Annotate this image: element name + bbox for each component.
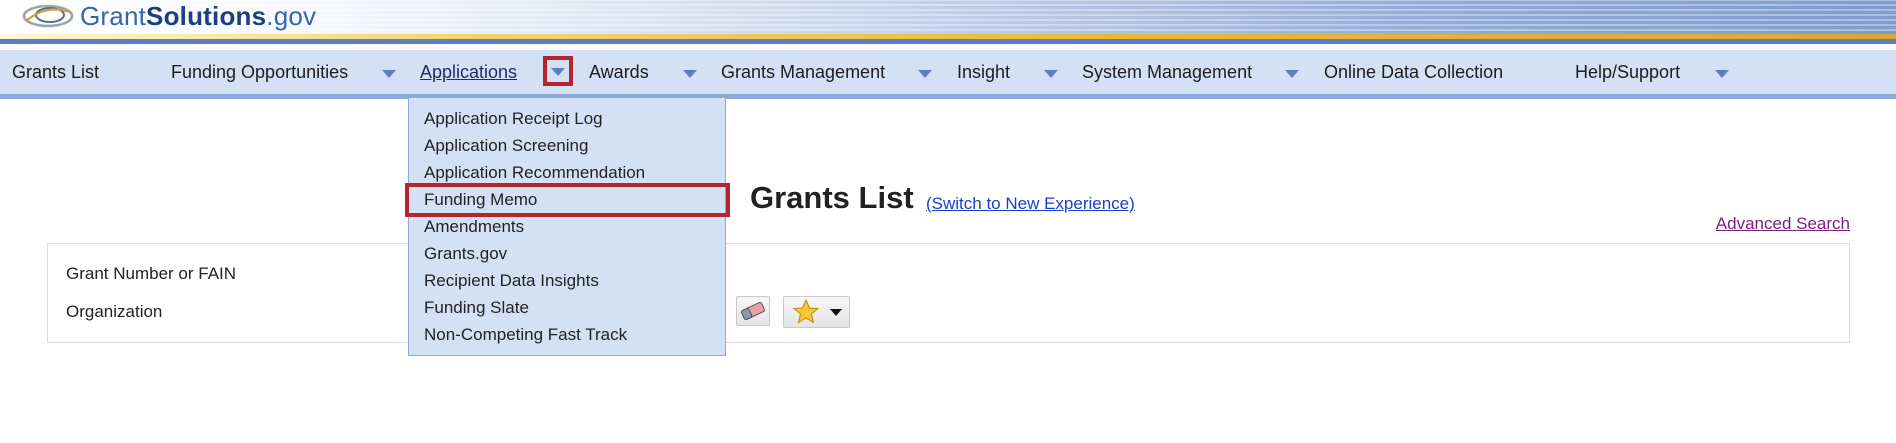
nav-grants-list[interactable]: Grants List [12, 50, 99, 94]
menu-item-application-recommendation[interactable]: Application Recommendation [424, 163, 645, 183]
menu-item-application-receipt-log[interactable]: Application Receipt Log [424, 109, 603, 129]
funding-opportunities-caret-icon[interactable] [382, 70, 396, 78]
applications-dropdown-menu: Application Receipt Log Application Scre… [408, 97, 726, 356]
grants-management-caret-icon[interactable] [918, 70, 932, 78]
page-title: Grants List [750, 180, 914, 215]
site-header: GrantSolutions.gov [0, 0, 1896, 44]
nav-insight[interactable]: Insight [957, 50, 1010, 94]
menu-item-grants-gov[interactable]: Grants.gov [424, 244, 507, 264]
switch-experience-link[interactable]: (Switch to New Experience) [926, 194, 1135, 214]
nav-help-support[interactable]: Help/Support [1575, 50, 1680, 94]
advanced-search-link[interactable]: Advanced Search [1716, 214, 1850, 234]
system-management-caret-icon[interactable] [1285, 70, 1299, 78]
menu-item-recipient-data-insights[interactable]: Recipient Data Insights [424, 271, 599, 291]
awards-caret-icon[interactable] [683, 70, 697, 78]
logo-text: GrantSolutions.gov [80, 0, 317, 31]
menu-item-non-competing-fast-track[interactable]: Non-Competing Fast Track [424, 325, 627, 345]
search-panel: Grant Number or FAIN Organization [47, 243, 1850, 343]
organization-label: Organization [66, 302, 163, 321]
funding-memo-highlight [405, 183, 730, 217]
star-icon [792, 298, 820, 324]
logo-swoosh-icon [22, 4, 74, 28]
menu-item-amendments[interactable]: Amendments [424, 217, 524, 237]
applications-caret-icon[interactable] [551, 68, 565, 76]
menu-item-application-screening[interactable]: Application Screening [424, 136, 588, 156]
header-blue-band [0, 39, 1896, 44]
nav-system-management[interactable]: System Management [1082, 50, 1252, 94]
help-support-caret-icon[interactable] [1715, 70, 1729, 78]
site-logo[interactable]: GrantSolutions.gov [20, 0, 316, 32]
main-nav: Grants List Funding Opportunities Applic… [0, 50, 1896, 99]
chevron-down-icon[interactable] [830, 309, 842, 316]
applications-caret-highlight[interactable] [543, 56, 573, 86]
eraser-icon [741, 301, 765, 321]
nav-applications[interactable]: Applications [420, 50, 517, 94]
nav-funding-opportunities[interactable]: Funding Opportunities [171, 50, 348, 94]
grant-number-label: Grant Number or FAIN [66, 264, 237, 283]
favorites-button[interactable] [783, 296, 850, 328]
nav-online-data-collection[interactable]: Online Data Collection [1324, 50, 1503, 94]
menu-item-funding-slate[interactable]: Funding Slate [424, 298, 529, 318]
nav-awards[interactable]: Awards [589, 50, 649, 94]
clear-button[interactable] [736, 296, 770, 326]
insight-caret-icon[interactable] [1044, 70, 1058, 78]
nav-grants-management[interactable]: Grants Management [721, 50, 885, 94]
